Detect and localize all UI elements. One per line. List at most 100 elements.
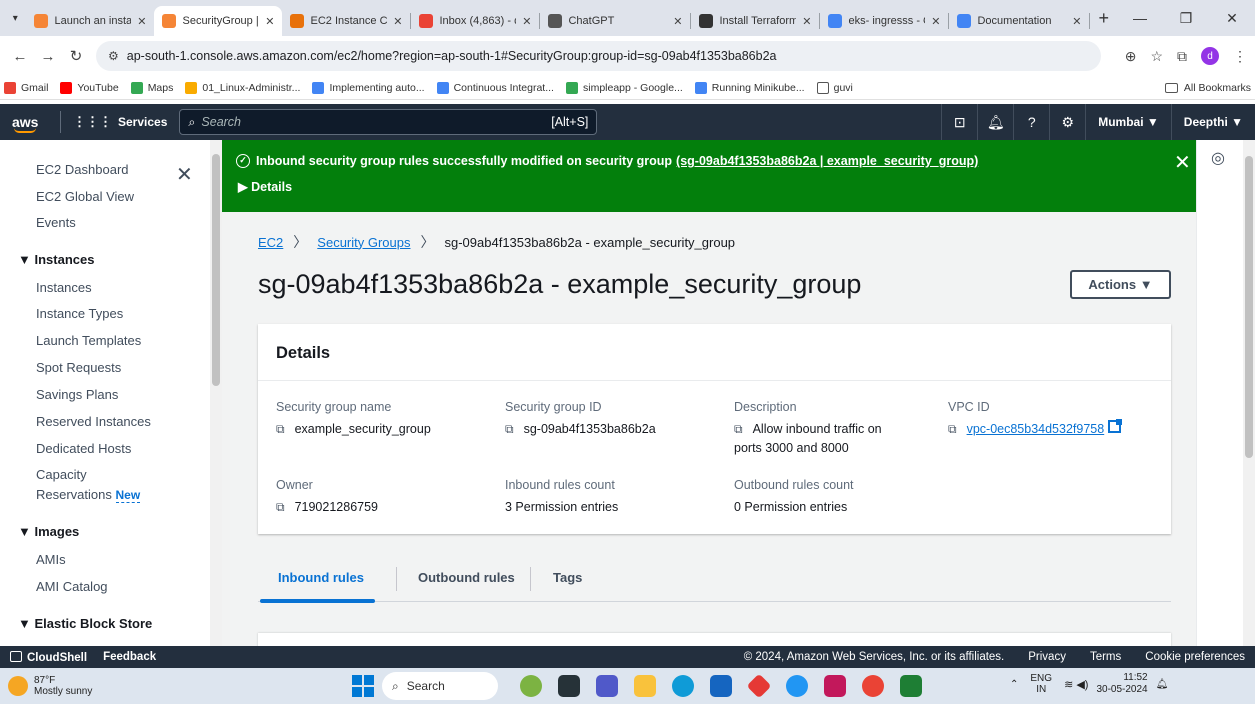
bookmark-item[interactable]: 01_Linux-Administr... (185, 81, 300, 94)
terms-link[interactable]: Terms (1090, 651, 1121, 663)
taskbar-search[interactable]: ⌕ Search (382, 672, 498, 700)
url-field[interactable]: ⚙ ap-south-1.console.aws.amazon.com/ec2/… (96, 41, 1101, 71)
browser-tab[interactable]: eks- ingresss - G ✕ (820, 6, 948, 36)
bookmark-item[interactable]: Implementing auto... (312, 81, 425, 94)
sidebar-item-savings-plans[interactable]: Savings Plans (36, 387, 118, 402)
mcafee-icon[interactable] (824, 675, 846, 697)
settings-icon[interactable]: ⚙ (1049, 104, 1085, 140)
sidebar-item-amis[interactable]: AMIs (36, 552, 66, 567)
close-tab-icon[interactable]: ✕ (1072, 15, 1081, 28)
copy-icon[interactable]: ⧉ (505, 420, 514, 439)
edge-icon[interactable] (672, 675, 694, 697)
tab-outbound-rules[interactable]: Outbound rules (418, 570, 515, 585)
dismiss-flash-icon[interactable]: ✕ (1174, 150, 1191, 175)
bookmark-item[interactable]: Gmail (4, 81, 48, 94)
sidebar-item-reserved-instances[interactable]: Reserved Instances (36, 414, 151, 429)
browser-tab[interactable]: EC2 Instance Cor ✕ (282, 6, 410, 36)
clock[interactable]: 11:52 30-05-2024 (1096, 672, 1147, 696)
chrome-icon[interactable] (862, 675, 884, 697)
extensions-icon[interactable]: ⧉ (1177, 48, 1187, 65)
all-bookmarks[interactable]: All Bookmarks (1164, 82, 1251, 94)
app-icon[interactable] (746, 673, 772, 699)
sidebar-item-global-view[interactable]: EC2 Global View (36, 189, 134, 204)
info-panel-icon[interactable]: ◎ (1205, 145, 1231, 171)
bookmark-item[interactable]: YouTube (60, 81, 119, 94)
chevron-up-icon[interactable]: ⌃ (1010, 679, 1018, 690)
bookmark-star-icon[interactable]: ☆ (1150, 48, 1163, 65)
vpc-id-link[interactable]: vpc-0ec85b34d532f9758 (967, 420, 1105, 439)
search-input[interactable]: ⌕ Search [Alt+S] (179, 109, 598, 135)
close-sidebar-icon[interactable]: ✕ (176, 162, 193, 187)
site-info-icon[interactable]: ⚙ (108, 49, 119, 63)
external-link-icon[interactable] (1108, 419, 1123, 433)
bookmark-item[interactable]: Continuous Integrat... (436, 81, 554, 94)
task-view-icon[interactable] (558, 675, 580, 697)
sidebar-scroll-thumb[interactable] (212, 154, 220, 386)
copy-icon[interactable]: ⧉ (276, 498, 285, 517)
close-window-icon[interactable]: ✕ (1209, 10, 1255, 27)
browser-tab[interactable]: ChatGPT ✕ (540, 6, 690, 36)
sidebar-section-instances[interactable]: ▼ Instances (18, 252, 94, 267)
sidebar-section-ebs[interactable]: ▼ Elastic Block Store (18, 616, 152, 631)
excel-icon[interactable] (900, 675, 922, 697)
tab-tags[interactable]: Tags (553, 570, 582, 585)
sidebar-item-capacity-reservations[interactable]: Reservations New (36, 487, 141, 503)
notification-bell-icon[interactable]: 🔔︎ (1156, 679, 1169, 690)
cloudshell-icon[interactable]: ⊡ (941, 104, 977, 140)
browser-tab[interactable]: Inbox (4,863) - d ✕ (411, 6, 539, 36)
sidebar-item-ami-catalog[interactable]: AMI Catalog (36, 579, 108, 594)
minimize-icon[interactable]: — (1117, 10, 1163, 26)
teams-icon[interactable] (596, 675, 618, 697)
browser-menu-icon[interactable]: ⋮ (1233, 48, 1247, 65)
tab-inbound-rules[interactable]: Inbound rules (278, 570, 364, 585)
copy-icon[interactable]: ⧉ (276, 420, 285, 439)
wifi-icon[interactable]: ≋ ◀) (1064, 678, 1088, 691)
language-indicator[interactable]: ENG IN (1030, 673, 1052, 695)
privacy-link[interactable]: Privacy (1028, 651, 1066, 663)
profile-avatar[interactable]: d (1201, 47, 1219, 65)
close-tab-icon[interactable]: ✕ (393, 15, 402, 28)
file-explorer-icon[interactable] (634, 675, 656, 697)
store-icon[interactable] (710, 675, 732, 697)
page-scrollbar[interactable] (1243, 140, 1255, 646)
sidebar-item-capacity[interactable]: Capacity (36, 467, 87, 482)
close-tab-icon[interactable]: ✕ (931, 15, 940, 28)
sidebar-item-events[interactable]: Events (36, 215, 76, 230)
tab-search-icon[interactable]: ▾ (8, 6, 22, 30)
aws-logo[interactable]: aws (12, 114, 46, 133)
breadcrumb-security-groups[interactable]: Security Groups (317, 235, 410, 250)
new-tab-button[interactable]: + (1098, 8, 1109, 29)
browser-tab[interactable]: SecurityGroup | E ✕ (154, 6, 283, 36)
close-tab-icon[interactable]: ✕ (522, 15, 531, 28)
forward-icon[interactable]: → (36, 48, 60, 65)
sidebar-item-ec2-dashboard[interactable]: EC2 Dashboard (36, 162, 129, 177)
flash-sg-link[interactable]: (sg-09ab4f1353ba86b2a | example_security… (676, 154, 978, 168)
help-icon[interactable]: ? (1013, 104, 1049, 140)
sidebar-section-images[interactable]: ▼ Images (18, 524, 79, 539)
bookmark-item[interactable]: simpleapp - Google... (565, 81, 683, 94)
notifications-icon[interactable]: 🔔︎ (977, 104, 1013, 140)
close-tab-icon[interactable]: ✕ (265, 15, 274, 28)
feedback-link[interactable]: Feedback (103, 651, 156, 663)
region-selector[interactable]: Mumbai ▼ (1085, 104, 1171, 140)
copy-icon[interactable]: ⧉ (734, 420, 743, 439)
sidebar-item-dedicated-hosts[interactable]: Dedicated Hosts (36, 441, 131, 456)
browser-tab[interactable]: Install Terraform ✕ (691, 6, 819, 36)
sidebar-item-launch-templates[interactable]: Launch Templates (36, 333, 141, 348)
services-menu[interactable]: ⋮⋮⋮ Services (60, 111, 167, 133)
close-tab-icon[interactable]: ✕ (802, 15, 811, 28)
browser-tab[interactable]: Launch an instan ✕ (26, 6, 154, 36)
actions-button[interactable]: Actions ▼ (1070, 270, 1171, 299)
bookmark-item[interactable]: guvi (816, 81, 853, 94)
sidebar-scrollbar[interactable] (210, 140, 222, 646)
flash-details-toggle[interactable]: ▶ Details (238, 179, 292, 194)
sidebar-item-instances[interactable]: Instances (36, 280, 92, 295)
reload-icon[interactable]: ↻ (64, 47, 88, 65)
weather-widget[interactable]: 87°F Mostly sunny (8, 675, 92, 697)
breadcrumb-ec2[interactable]: EC2 (258, 235, 283, 250)
close-tab-icon[interactable]: ✕ (137, 15, 146, 28)
account-menu[interactable]: Deepthi ▼ (1170, 104, 1255, 140)
back-icon[interactable]: ← (8, 48, 32, 65)
sidebar-item-spot-requests[interactable]: Spot Requests (36, 360, 121, 375)
close-tab-icon[interactable]: ✕ (673, 15, 682, 28)
